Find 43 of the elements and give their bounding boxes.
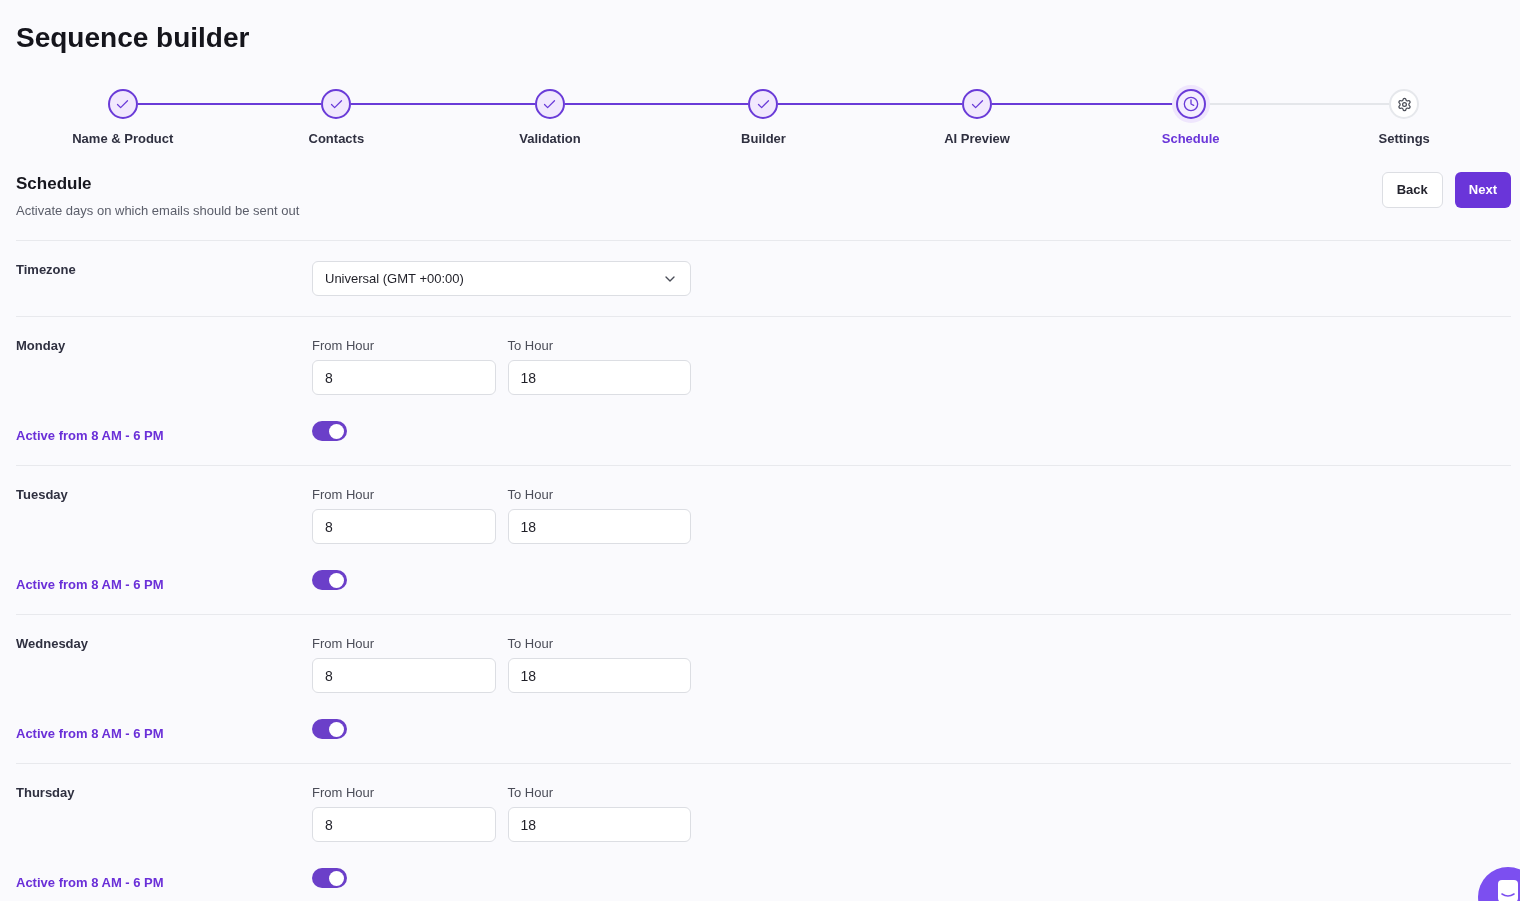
timezone-select[interactable]: Universal (GMT +00:00)	[312, 261, 691, 296]
step-label[interactable]: Contacts	[308, 130, 365, 148]
day-name: Monday	[16, 337, 67, 355]
to-hour-label: To Hour	[507, 784, 555, 802]
from-hour-label: From Hour	[312, 337, 376, 355]
to-hour-input[interactable]: 18	[507, 658, 691, 693]
back-button[interactable]: Back	[1381, 172, 1443, 208]
chat-icon	[1497, 879, 1519, 901]
step-label[interactable]: Name & Product	[72, 130, 174, 148]
active-hours-text: Active from 8 AM - 6 PM	[16, 576, 165, 594]
step-label[interactable]: Schedule	[1161, 130, 1220, 148]
from-hour-input[interactable]: 8	[312, 360, 496, 395]
day-name: Wednesday	[16, 635, 89, 653]
step-label[interactable]: AI Preview	[944, 130, 1010, 148]
section-description: Activate days on which emails should be sent out	[16, 202, 300, 220]
day-name: Thursday	[16, 784, 76, 802]
toggle-switch[interactable]	[312, 570, 347, 590]
to-hour-input[interactable]: 18	[507, 360, 691, 395]
active-hours-text: Active from 8 AM - 6 PM	[16, 725, 165, 743]
active-hours-text: Active from 8 AM - 6 PM	[16, 427, 165, 445]
step-label[interactable]: Validation	[519, 130, 581, 148]
to-hour-input[interactable]: 18	[507, 807, 691, 842]
page-title: Sequence builder	[16, 21, 251, 55]
step-label[interactable]: Builder	[741, 130, 786, 148]
from-hour-input[interactable]: 8	[312, 807, 496, 842]
section-title: Schedule	[16, 173, 93, 195]
to-hour-input[interactable]: 18	[507, 509, 691, 544]
toggle-switch[interactable]	[312, 421, 347, 441]
toggle-switch[interactable]	[312, 719, 347, 739]
from-hour-input[interactable]: 8	[312, 509, 496, 544]
from-hour-label: From Hour	[312, 635, 376, 653]
timezone-label: Timezone	[16, 261, 77, 279]
from-hour-label: From Hour	[312, 486, 376, 504]
to-hour-label: To Hour	[507, 337, 555, 355]
to-hour-label: To Hour	[507, 635, 555, 653]
toggle-switch[interactable]	[312, 868, 347, 888]
to-hour-label: To Hour	[507, 486, 555, 504]
next-button[interactable]: Next	[1454, 172, 1511, 208]
from-hour-label: From Hour	[312, 784, 376, 802]
day-name: Tuesday	[16, 486, 69, 504]
active-hours-text: Active from 8 AM - 6 PM	[16, 874, 165, 892]
step-label[interactable]: Settings	[1378, 130, 1430, 148]
from-hour-input[interactable]: 8	[312, 658, 496, 693]
